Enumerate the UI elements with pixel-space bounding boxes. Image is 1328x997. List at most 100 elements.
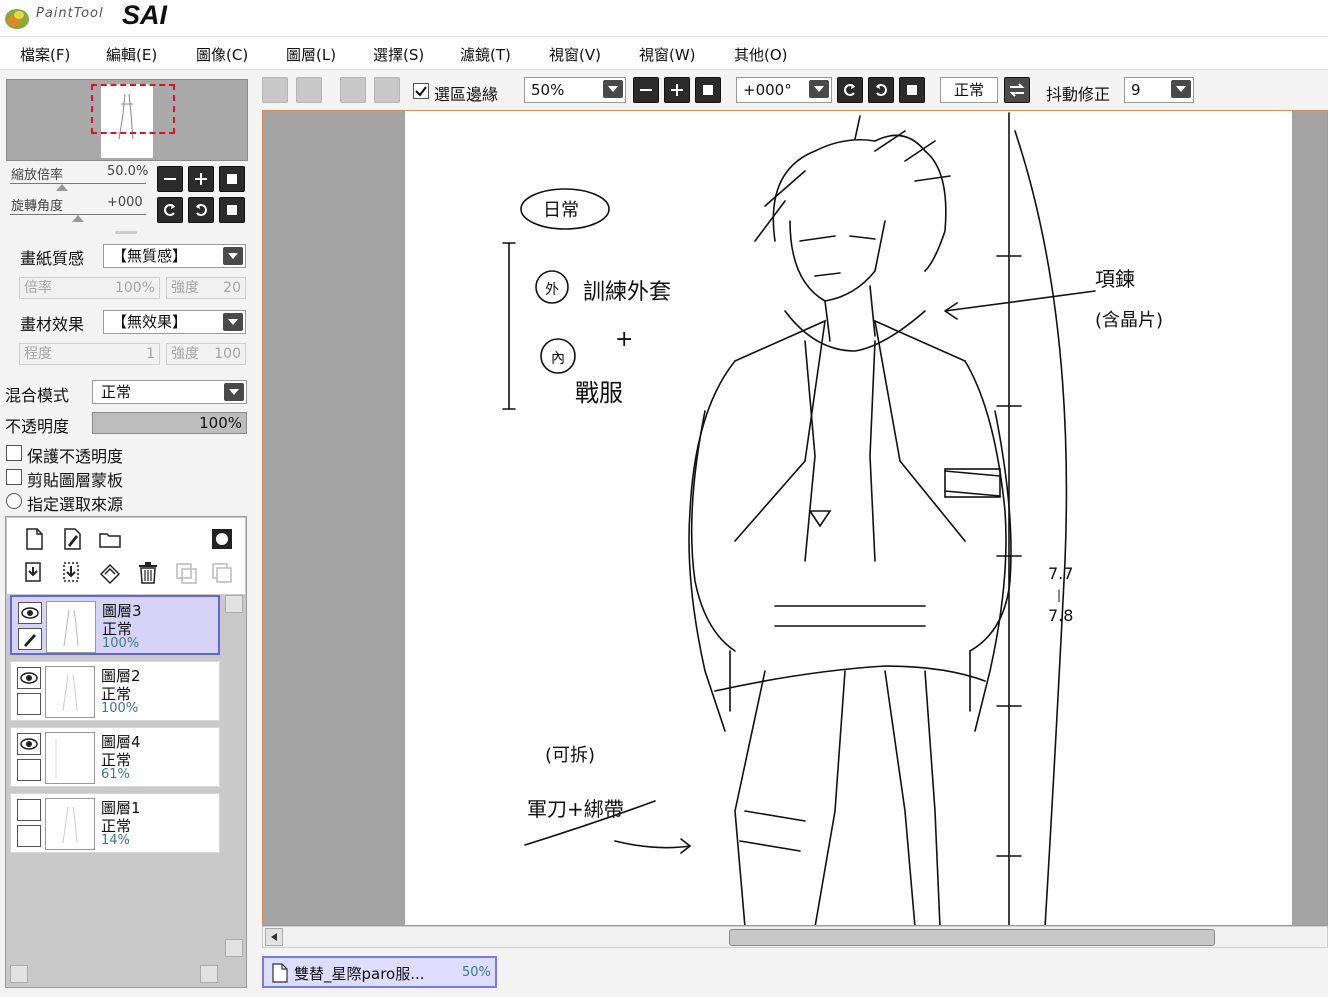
blend-mode-dropdown[interactable]: 正常: [92, 380, 247, 404]
delete-layer-icon[interactable]: [135, 560, 161, 586]
layer-mask-icon[interactable]: [209, 526, 235, 552]
paper-texture-value: 【無質感】: [112, 247, 188, 265]
opacity-slider[interactable]: 100%: [92, 412, 247, 434]
scrollbar-thumb[interactable]: [729, 929, 1215, 946]
merge-down-icon[interactable]: [59, 560, 85, 586]
new-folder-icon[interactable]: [97, 526, 123, 552]
layer-thumbnail: [45, 666, 95, 718]
undo-button[interactable]: [262, 77, 288, 103]
visibility-toggle[interactable]: [17, 799, 41, 821]
canvas-rotate-dropdown[interactable]: +000°: [736, 77, 832, 103]
brush-effect-label: 畫材效果: [20, 315, 85, 334]
eye-icon[interactable]: [17, 733, 41, 755]
zoom-slider-track[interactable]: [10, 183, 146, 184]
layer-lock-slot[interactable]: [17, 693, 41, 715]
menu-view[interactable]: 視窗(V): [549, 44, 601, 65]
crop-button[interactable]: [374, 77, 400, 103]
display-mode-field[interactable]: 正常: [940, 77, 998, 103]
canvas-rotate-reset-button[interactable]: [899, 77, 925, 103]
rotate-right-button[interactable]: [188, 197, 214, 223]
navigator-preview[interactable]: [6, 79, 248, 161]
canvas-zoom-dropdown[interactable]: 50%: [524, 77, 626, 103]
zoom-slider-label: 縮放倍率: [11, 168, 64, 183]
clip-mask-checkbox[interactable]: [6, 469, 22, 485]
clip-mask-label: 剪貼圖層蒙板: [27, 471, 124, 490]
rotate-left-button[interactable]: [157, 197, 183, 223]
eye-icon[interactable]: [17, 667, 41, 689]
note-measure-1: 7.7: [1048, 564, 1073, 583]
rotate-slider-handle[interactable]: [72, 215, 84, 222]
brush-effect-value: 【無效果】: [112, 313, 188, 331]
layer-scroll-left[interactable]: [10, 965, 28, 983]
note-plus: +: [615, 327, 633, 352]
rotate-slider-label: 旋轉角度: [11, 199, 64, 214]
canvas-zoom-out-button[interactable]: [633, 77, 659, 103]
layer-row-4[interactable]: 圖層4 正常 61%: [10, 727, 220, 787]
clear-layer-icon[interactable]: [97, 560, 123, 586]
menu-image[interactable]: 圖像(C): [196, 44, 248, 65]
canvas-viewport[interactable]: 日常 外 訓練外套 + 內 戰服 項鍊 (含晶片) (可拆) 軍刀+綁帶 7.7…: [262, 110, 1328, 926]
stabilizer-dropdown[interactable]: 9: [1124, 77, 1194, 103]
canvas-rotate-right-button[interactable]: [868, 77, 894, 103]
canvas-rotate-left-button[interactable]: [837, 77, 863, 103]
canvas-zoom-reset-button[interactable]: [695, 77, 721, 103]
menu-window[interactable]: 視窗(W): [639, 44, 696, 65]
layer-lock-slot[interactable]: [17, 825, 41, 847]
layer-opacity: 100%: [101, 701, 139, 716]
note-detachable: (可拆): [545, 745, 595, 766]
menu-select[interactable]: 選擇(S): [373, 44, 424, 65]
layer-scroll-down[interactable]: [225, 939, 243, 957]
navigator-view-frame[interactable]: [91, 84, 175, 134]
canvas-zoom-in-button[interactable]: [664, 77, 690, 103]
deselect-button[interactable]: [340, 77, 366, 103]
scroll-left-button[interactable]: [265, 928, 283, 946]
document-title: 雙替_星際paro服...: [294, 965, 425, 983]
zoom-out-button[interactable]: [157, 166, 183, 192]
menu-filter[interactable]: 濾鏡(T): [460, 44, 511, 65]
paper-rate-field: 倍率 100%: [19, 277, 160, 299]
redo-button[interactable]: [296, 77, 322, 103]
brush-effect-dropdown[interactable]: 【無效果】: [103, 310, 246, 334]
effect-strength-label: 強度: [171, 346, 199, 362]
layer-thumbnail: [45, 732, 95, 784]
zoom-in-button[interactable]: [188, 166, 214, 192]
new-layer-icon[interactable]: [21, 526, 47, 552]
rotate-reset-button[interactable]: [219, 197, 245, 223]
transfer-down-icon[interactable]: [21, 560, 47, 586]
selection-source-radio[interactable]: [6, 493, 22, 509]
pen-icon[interactable]: [18, 628, 42, 650]
chevron-down-icon: [809, 80, 829, 98]
note-battle-suit: 戰服: [575, 379, 623, 407]
canvas-horizontal-scrollbar[interactable]: [262, 926, 1328, 948]
menu-file[interactable]: 檔案(F): [20, 44, 70, 65]
protect-opacity-checkbox[interactable]: [6, 445, 22, 461]
zoom-reset-button[interactable]: [219, 166, 245, 192]
menu-bar: 檔案(F) 編輯(E) 圖像(C) 圖層(L) 選擇(S) 濾鏡(T) 視窗(V…: [0, 37, 1328, 70]
layer-scroll-up[interactable]: [225, 595, 243, 613]
zoom-slider-handle[interactable]: [56, 184, 68, 191]
flip-horizontal-button[interactable]: [1004, 77, 1030, 103]
chevron-down-icon: [603, 80, 623, 98]
document-tab[interactable]: 雙替_星際paro服... 50%: [262, 956, 497, 988]
menu-others[interactable]: 其他(O): [734, 44, 788, 65]
selection-edge-checkbox[interactable]: [413, 83, 429, 99]
note-tag: (含晶片): [1095, 310, 1163, 331]
panel-splitter[interactable]: [115, 231, 137, 234]
protect-opacity-label: 保護不透明度: [27, 447, 124, 466]
layer-lock-slot[interactable]: [17, 759, 41, 781]
layer-row-1[interactable]: 圖層1 正常 14%: [10, 793, 220, 853]
new-pen-layer-icon[interactable]: [59, 526, 85, 552]
menu-layer[interactable]: 圖層(L): [286, 44, 336, 65]
layer-row-2[interactable]: 圖層2 正常 100%: [10, 661, 220, 721]
layer-scroll-right[interactable]: [200, 965, 218, 983]
eye-icon[interactable]: [18, 602, 42, 624]
drawing-paper[interactable]: 日常 外 訓練外套 + 內 戰服 項鍊 (含晶片) (可拆) 軍刀+綁帶 7.7…: [405, 111, 1292, 925]
selection-source-label: 指定選取來源: [27, 495, 124, 514]
menu-edit[interactable]: 編輯(E): [106, 44, 157, 65]
layer-row-3[interactable]: 圖層3 正常 100%: [10, 595, 220, 655]
stabilizer-value: 9: [1131, 81, 1141, 99]
paper-strength-field: 強度 20: [166, 277, 246, 299]
document-zoom: 50%: [462, 965, 491, 980]
paper-texture-dropdown[interactable]: 【無質感】: [103, 244, 246, 268]
apply-mask-icon: [212, 563, 232, 583]
